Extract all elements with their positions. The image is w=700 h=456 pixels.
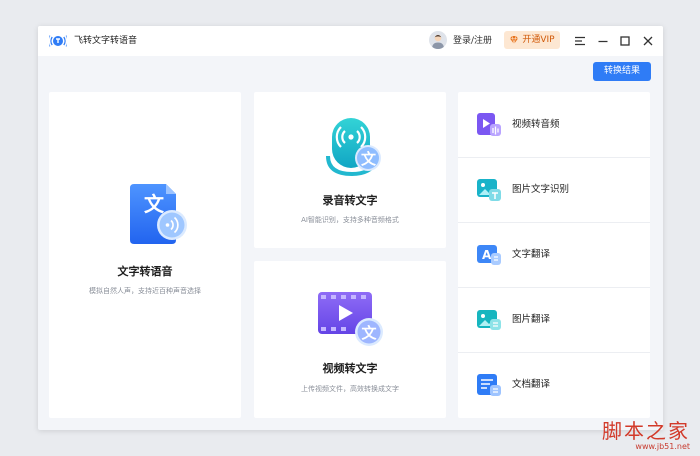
app-logo-icon (49, 35, 67, 47)
close-button[interactable] (640, 33, 656, 49)
tool-video-to-audio[interactable]: 视频转音频 (458, 92, 650, 157)
minimize-icon (598, 40, 608, 43)
login-register-link[interactable]: 登录/注册 (453, 34, 492, 48)
video-to-audio-icon (477, 112, 501, 136)
tts-icon-char: 文 (144, 192, 165, 216)
recording-to-text-icon: 文 (326, 118, 381, 177)
rec-subtitle: AI智能识别，支持多种音频格式 (301, 216, 399, 224)
vip-label: 开通VIP (522, 35, 555, 45)
watermark: 脚本之家 www.jb51.net (602, 420, 690, 452)
text-to-speech-card[interactable]: 文 文字转语音 模拟自然人声，支持近百种声音选择 (49, 92, 241, 418)
tool-image-translate[interactable]: 图片翻译 (458, 287, 650, 352)
close-icon (643, 36, 653, 46)
tts-title: 文字转语音 (117, 265, 173, 278)
menu-button[interactable] (572, 33, 588, 49)
vip-diamond-icon (510, 35, 519, 45)
video-subtitle: 上传视频文件，高效转换成文字 (301, 385, 399, 393)
video-to-text-card[interactable]: 文 视频转文字 上传视频文件，高效转换成文字 (254, 261, 446, 418)
image-ocr-icon (477, 178, 501, 201)
watermark-url: www.jb51.net (635, 442, 690, 451)
menu-icon (575, 36, 585, 46)
maximize-button[interactable] (617, 33, 633, 49)
tool-label: 图片翻译 (512, 313, 551, 325)
tool-label: 视频转音频 (512, 118, 560, 130)
app-title: 飞转文字转语音 (74, 36, 138, 46)
tools-panel: 视频转音频 图片文字识别 A 文字翻译 图片翻译 文档翻译 (458, 92, 650, 418)
video-title: 视频转文字 (322, 362, 378, 375)
recording-to-text-card[interactable]: 文 录音转文字 AI智能识别，支持多种音频格式 (254, 92, 446, 248)
tool-label: 文字翻译 (512, 248, 551, 260)
tool-text-translate[interactable]: A 文字翻译 (458, 222, 650, 287)
svg-text:A: A (482, 248, 492, 262)
app-window: 飞转文字转语音 登录/注册 开通VIP 转换结果 文 文字转语音 模拟自然人声，… (38, 26, 663, 430)
title-bar: 飞转文字转语音 登录/注册 开通VIP (38, 26, 663, 56)
minimize-button[interactable] (595, 33, 611, 49)
user-avatar-icon[interactable] (429, 31, 447, 49)
text-translate-icon: A (477, 244, 501, 265)
convert-results-button[interactable]: 转换结果 (593, 62, 651, 81)
maximize-icon (620, 36, 630, 46)
image-translate-icon (477, 309, 501, 330)
video-icon-char: 文 (362, 324, 378, 342)
open-vip-button[interactable]: 开通VIP (504, 31, 560, 49)
rec-icon-char: 文 (361, 150, 377, 168)
document-translate-icon (477, 373, 501, 396)
tool-document-translate[interactable]: 文档翻译 (458, 352, 650, 417)
tool-label: 文档翻译 (512, 378, 551, 390)
text-to-speech-icon: 文 (130, 184, 187, 244)
tool-label: 图片文字识别 (512, 183, 570, 195)
tts-subtitle: 模拟自然人声，支持近百种声音选择 (89, 287, 201, 295)
video-to-text-icon: 文 (318, 292, 383, 346)
rec-title: 录音转文字 (322, 194, 378, 207)
watermark-brand: 脚本之家 (602, 419, 690, 443)
tool-image-ocr[interactable]: 图片文字识别 (458, 157, 650, 222)
